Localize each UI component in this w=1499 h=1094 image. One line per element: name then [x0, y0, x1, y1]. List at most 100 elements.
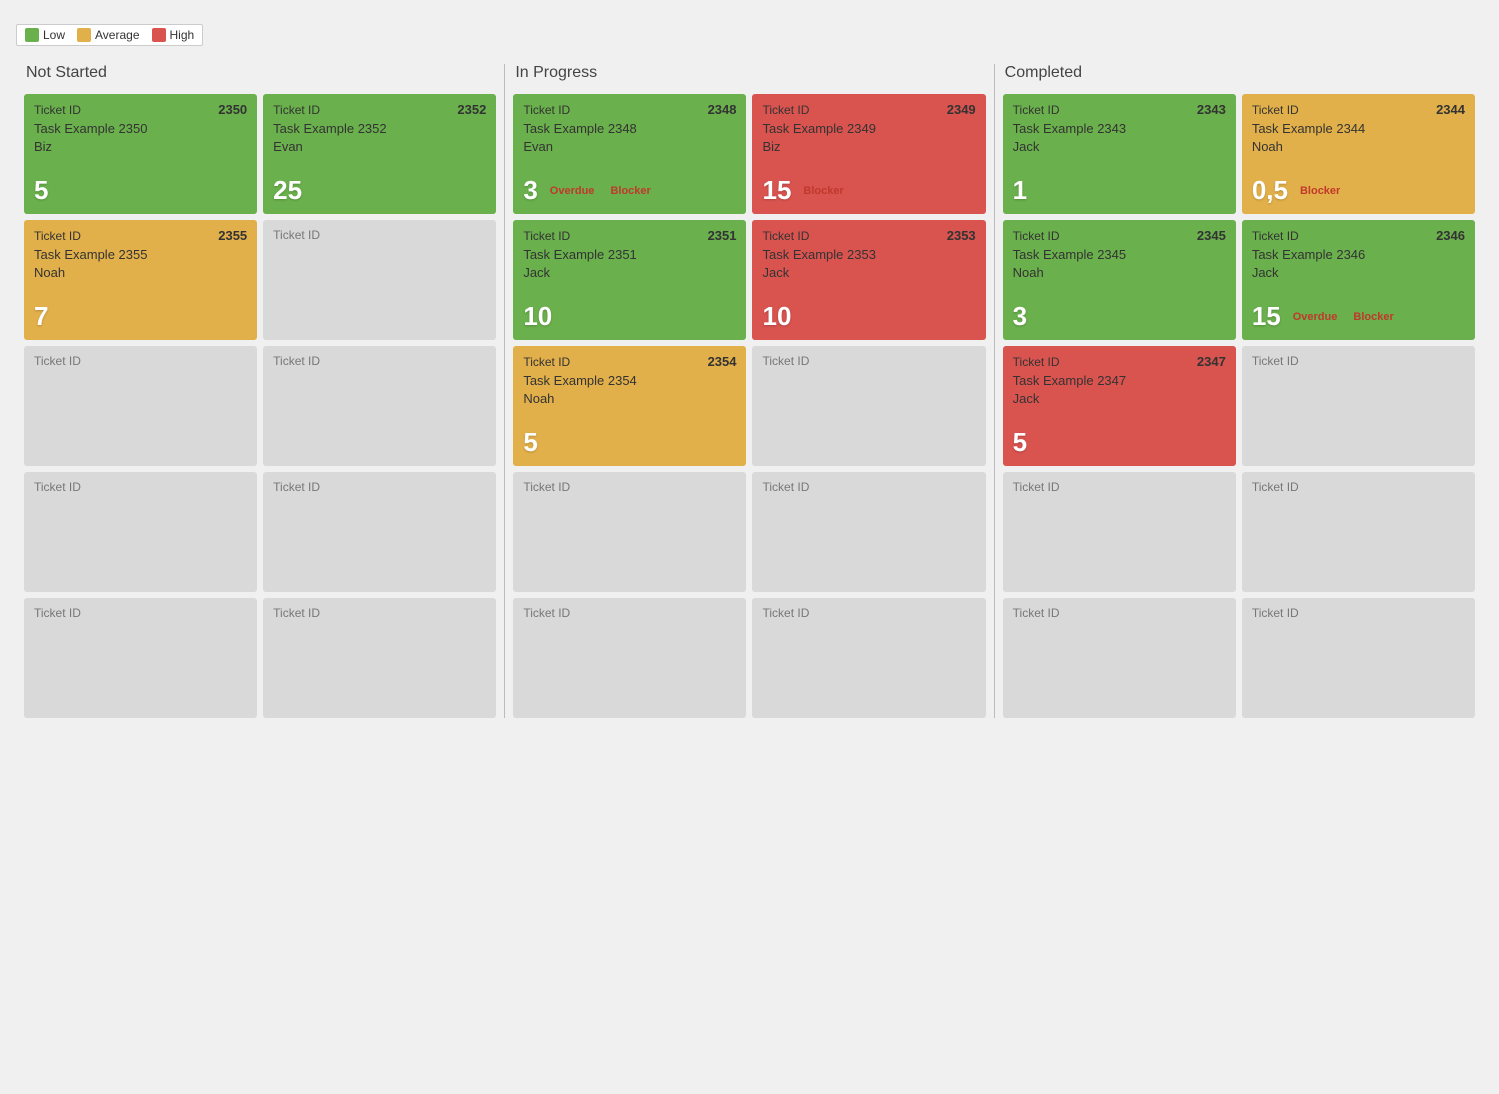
- ticket-id: 2349: [947, 102, 976, 117]
- ticket-id: 2346: [1436, 228, 1465, 243]
- card-2353[interactable]: Ticket ID 2353 Task Example 2353 Jack 10: [752, 220, 985, 340]
- legend-label: Low: [43, 28, 65, 42]
- legend-item: Average: [77, 28, 139, 42]
- card-2352[interactable]: Ticket ID 2352 Task Example 2352 Evan 25: [263, 94, 496, 214]
- card-2345[interactable]: Ticket ID 2345 Task Example 2345 Noah 3: [1003, 220, 1236, 340]
- card-task: Task Example 2352: [273, 121, 486, 136]
- ticket-label: Ticket ID: [523, 480, 570, 494]
- card-task: Task Example 2344: [1252, 121, 1465, 136]
- card-body: Task Example 2350 Biz: [34, 117, 247, 175]
- ticket-label: Ticket ID: [523, 103, 570, 117]
- card-header: Ticket ID 2350: [34, 102, 247, 117]
- card-assignee: Jack: [1252, 265, 1465, 280]
- ticket-label: Ticket ID: [762, 606, 809, 620]
- card-assignee: Noah: [34, 265, 247, 280]
- card-task: Task Example 2355: [34, 247, 247, 262]
- card-assignee: Biz: [34, 139, 247, 154]
- badge-blocker: Blocker: [799, 184, 847, 198]
- card-header: Ticket ID 2348: [523, 102, 736, 117]
- card-assignee: Biz: [762, 139, 975, 154]
- ticket-label: Ticket ID: [1013, 229, 1060, 243]
- card-2343[interactable]: Ticket ID 2343 Task Example 2343 Jack 1: [1003, 94, 1236, 214]
- ticket-label: Ticket ID: [34, 103, 81, 117]
- card-footer: 5: [34, 175, 247, 206]
- legend: Low Average High: [16, 24, 203, 46]
- card-assignee: Noah: [523, 391, 736, 406]
- card-body: Task Example 2344 Noah: [1252, 117, 1465, 175]
- ticket-id: 2352: [457, 102, 486, 117]
- ticket-label: Ticket ID: [1013, 103, 1060, 117]
- card-assignee: Evan: [273, 139, 486, 154]
- ticket-label: Ticket ID: [1252, 103, 1299, 117]
- card-2355[interactable]: Ticket ID 2355 Task Example 2355 Noah 7: [24, 220, 257, 340]
- card-empty: Ticket ID: [24, 346, 257, 466]
- card-footer: 0,5 Blocker: [1252, 175, 1465, 206]
- ticket-label: Ticket ID: [762, 354, 809, 368]
- ticket-label: Ticket ID: [1013, 480, 1060, 494]
- card-body: Task Example 2353 Jack: [762, 243, 975, 301]
- badge-blocker: Blocker: [1296, 184, 1344, 198]
- ticket-label: Ticket ID: [762, 229, 809, 243]
- card-body: Task Example 2345 Noah: [1013, 243, 1226, 301]
- ticket-label: Ticket ID: [273, 103, 320, 117]
- card-assignee: Jack: [1013, 391, 1226, 406]
- card-body: Task Example 2346 Jack: [1252, 243, 1465, 301]
- card-footer: 5: [523, 427, 736, 458]
- card-assignee: Evan: [523, 139, 736, 154]
- card-footer: 10: [762, 301, 975, 332]
- card-2351[interactable]: Ticket ID 2351 Task Example 2351 Jack 10: [513, 220, 746, 340]
- card-task: Task Example 2347: [1013, 373, 1226, 388]
- card-2347[interactable]: Ticket ID 2347 Task Example 2347 Jack 5: [1003, 346, 1236, 466]
- ticket-label: Ticket ID: [1252, 480, 1299, 494]
- card-empty: Ticket ID: [752, 472, 985, 592]
- card-body: Task Example 2352 Evan: [273, 117, 486, 175]
- card-2354[interactable]: Ticket ID 2354 Task Example 2354 Noah 5: [513, 346, 746, 466]
- card-body: Task Example 2348 Evan: [523, 117, 736, 175]
- card-points: 15: [762, 175, 791, 206]
- ticket-id: 2345: [1197, 228, 1226, 243]
- ticket-label: Ticket ID: [1013, 606, 1060, 620]
- card-footer: 3: [1013, 301, 1226, 332]
- ticket-id: 2343: [1197, 102, 1226, 117]
- legend-color: [77, 28, 91, 42]
- legend-item: Low: [25, 28, 65, 42]
- card-header: Ticket ID 2344: [1252, 102, 1465, 117]
- card-points: 15: [1252, 301, 1281, 332]
- card-header: Ticket ID 2355: [34, 228, 247, 243]
- card-assignee: Jack: [762, 265, 975, 280]
- card-footer: 7: [34, 301, 247, 332]
- card-footer: 15OverdueBlocker: [1252, 301, 1465, 332]
- card-points: 5: [1013, 427, 1027, 458]
- ticket-label: Ticket ID: [1252, 606, 1299, 620]
- ticket-label: Ticket ID: [1013, 355, 1060, 369]
- card-task: Task Example 2345: [1013, 247, 1226, 262]
- ticket-id: 2347: [1197, 354, 1226, 369]
- legend-item: High: [152, 28, 195, 42]
- card-2348[interactable]: Ticket ID 2348 Task Example 2348 Evan 3O…: [513, 94, 746, 214]
- card-body: Task Example 2343 Jack: [1013, 117, 1226, 175]
- card-2349[interactable]: Ticket ID 2349 Task Example 2349 Biz 15B…: [752, 94, 985, 214]
- card-2346[interactable]: Ticket ID 2346 Task Example 2346 Jack 15…: [1242, 220, 1475, 340]
- card-empty: Ticket ID: [1242, 472, 1475, 592]
- ticket-label: Ticket ID: [34, 480, 81, 494]
- card-empty: Ticket ID: [1003, 472, 1236, 592]
- card-2350[interactable]: Ticket ID 2350 Task Example 2350 Biz 5: [24, 94, 257, 214]
- card-points: 5: [523, 427, 537, 458]
- card-header: Ticket ID 2351: [523, 228, 736, 243]
- card-empty: Ticket ID: [263, 220, 496, 340]
- card-empty: Ticket ID: [1003, 598, 1236, 718]
- card-header: Ticket ID 2353: [762, 228, 975, 243]
- ticket-label: Ticket ID: [34, 606, 81, 620]
- legend-color: [25, 28, 39, 42]
- ticket-label: Ticket ID: [762, 480, 809, 494]
- card-2344[interactable]: Ticket ID 2344 Task Example 2344 Noah 0,…: [1242, 94, 1475, 214]
- card-task: Task Example 2343: [1013, 121, 1226, 136]
- card-points: 0,5: [1252, 175, 1288, 206]
- ticket-label: Ticket ID: [523, 229, 570, 243]
- card-assignee: Noah: [1013, 265, 1226, 280]
- badge-overdue: Overdue: [546, 184, 599, 198]
- card-task: Task Example 2351: [523, 247, 736, 262]
- ticket-label: Ticket ID: [273, 354, 320, 368]
- card-footer: 25: [273, 175, 486, 206]
- ticket-label: Ticket ID: [273, 228, 320, 242]
